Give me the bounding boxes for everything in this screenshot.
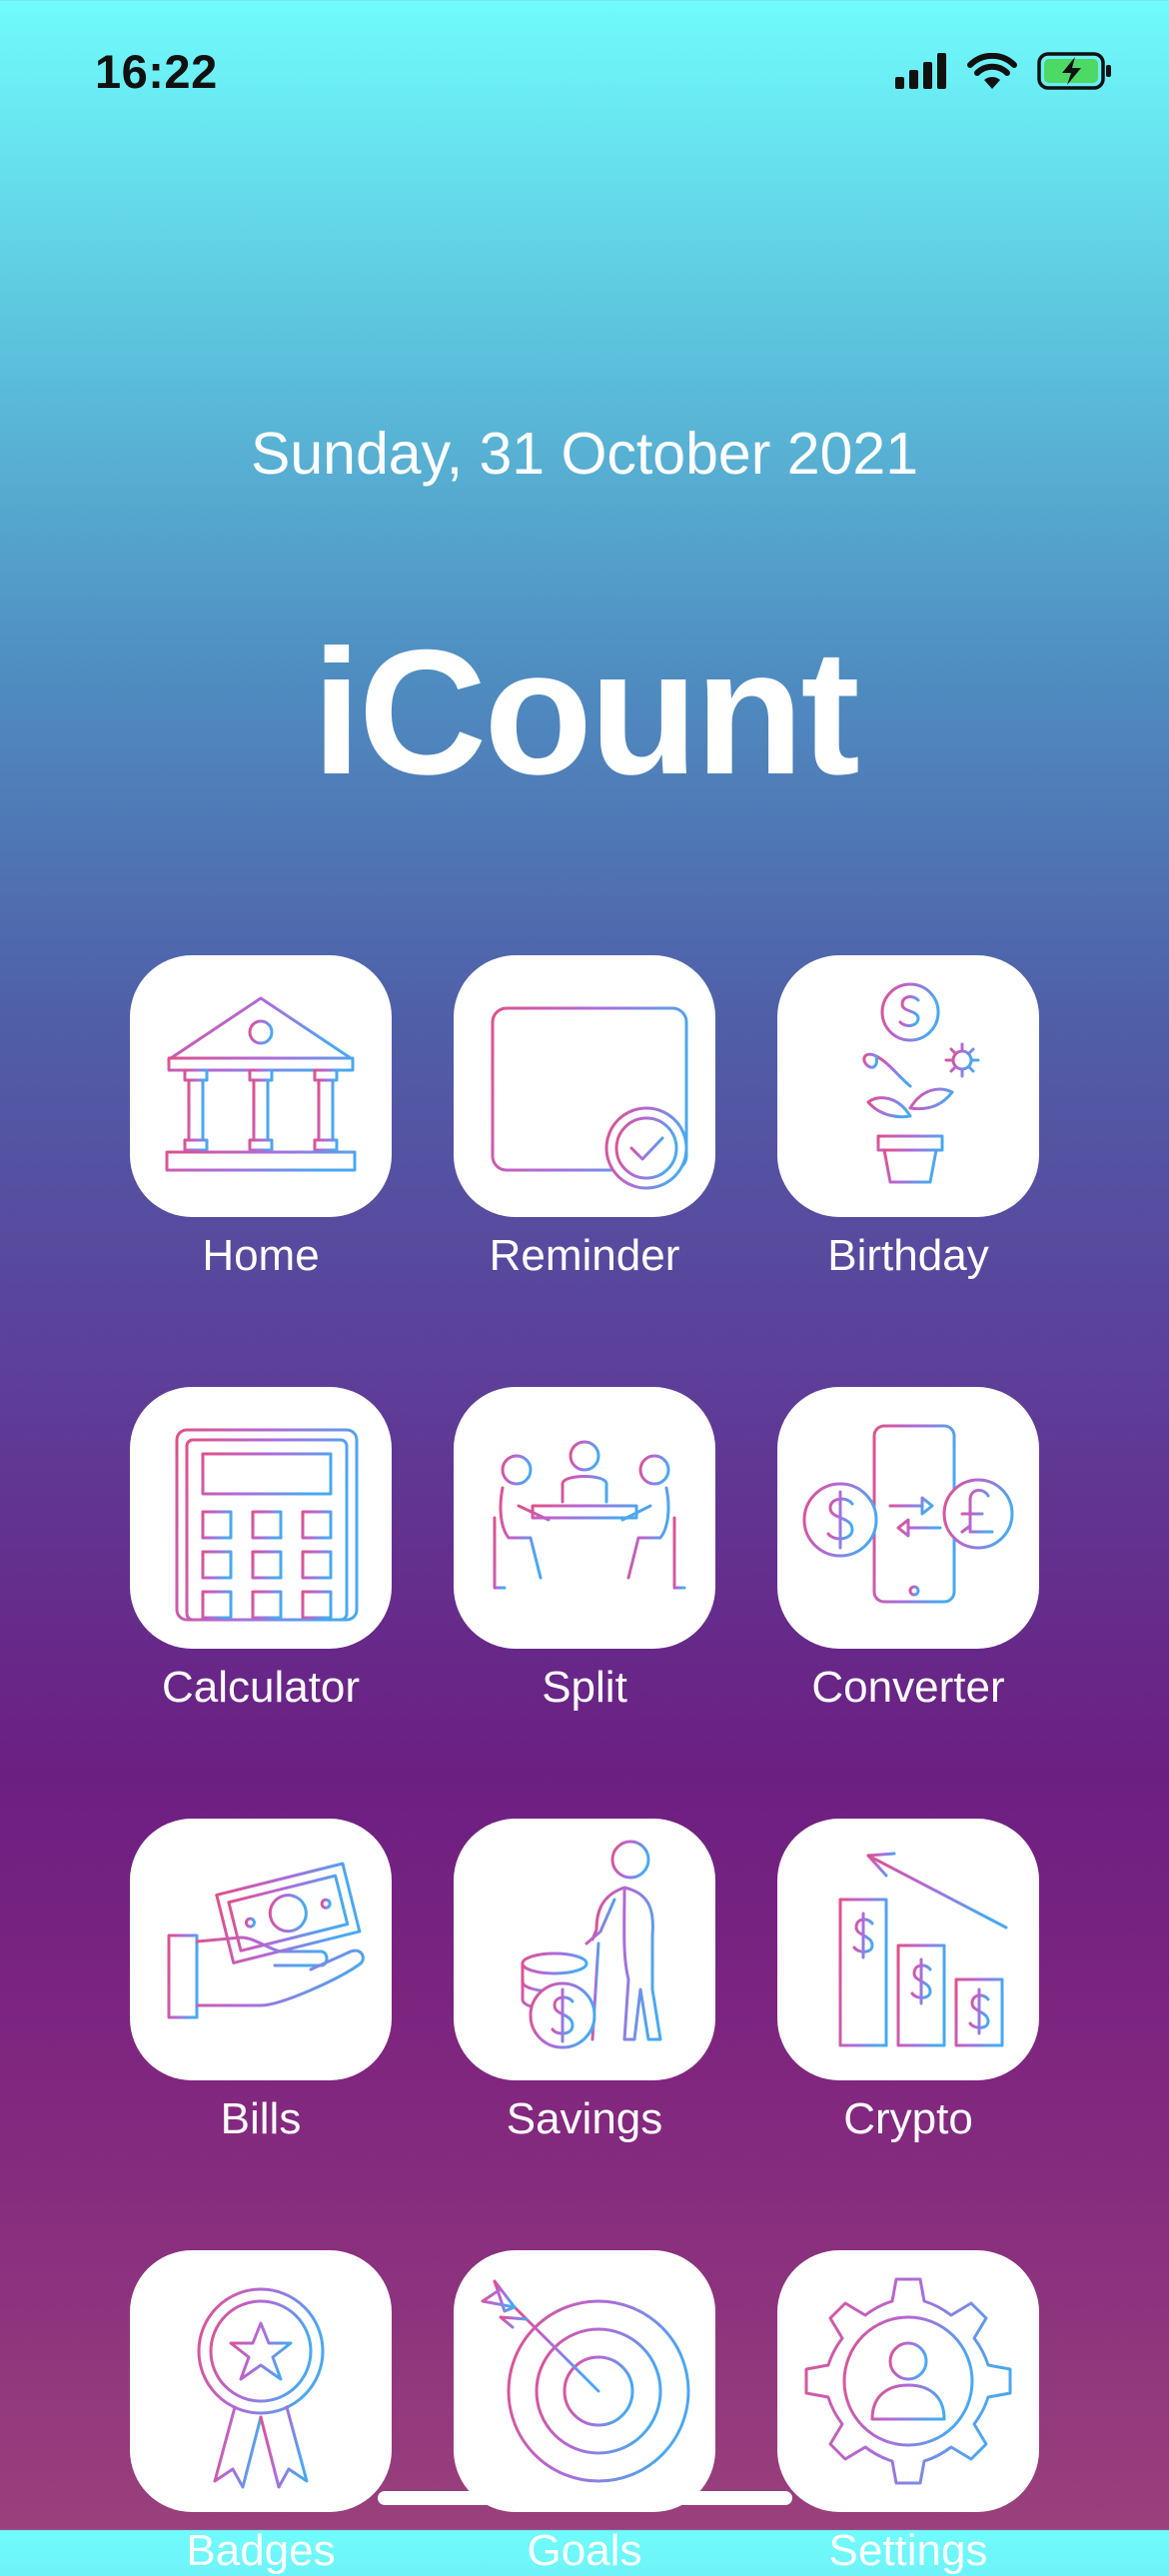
tile-crypto-label: Crypto [843, 2094, 973, 2143]
tile-calculator-button[interactable] [130, 1387, 392, 1649]
app-title: iCount [312, 613, 859, 811]
tile-crypto[interactable]: Crypto [777, 1819, 1039, 2144]
user-gear-icon [804, 2277, 1012, 2485]
status-bar: 16:22 [0, 0, 1169, 140]
date-label: Sunday, 31 October 2021 [250, 421, 919, 487]
money-plant-icon [862, 982, 980, 1184]
tile-split[interactable]: Split [454, 1387, 715, 1713]
wifi-icon [967, 53, 1017, 89]
tile-birthday[interactable]: Birthday [777, 955, 1039, 1281]
tile-bills[interactable]: Bills [130, 1819, 392, 2144]
tile-split-button[interactable] [454, 1387, 715, 1649]
cellular-signal-icon [895, 53, 946, 89]
elder-coins-icon [521, 1840, 662, 2049]
tile-goals-button[interactable] [454, 2250, 715, 2512]
tile-settings[interactable]: Settings [777, 2250, 1039, 2576]
tile-bills-label: Bills [220, 2094, 302, 2143]
tile-home-button[interactable] [130, 955, 392, 1217]
tile-savings-button[interactable] [454, 1819, 715, 2080]
tile-bills-button[interactable] [130, 1819, 392, 2080]
people-table-icon [493, 1440, 686, 1590]
tile-savings-label: Savings [506, 2094, 663, 2143]
tile-settings-label: Settings [828, 2526, 988, 2575]
tile-crypto-button[interactable] [777, 1819, 1039, 2080]
tile-reminder-label: Reminder [489, 1231, 680, 1280]
tile-badges-button[interactable] [130, 2250, 392, 2512]
tile-badges[interactable]: Badges [130, 2250, 392, 2576]
tile-reminder-button[interactable] [454, 955, 715, 1217]
battery-charging-icon [1037, 52, 1111, 90]
tile-calculator[interactable]: Calculator [130, 1387, 392, 1713]
calculator-icon [175, 1428, 359, 1622]
tile-goals[interactable]: Goals [454, 2250, 715, 2576]
tile-goals-label: Goals [527, 2526, 642, 2575]
tile-split-label: Split [542, 1663, 627, 1712]
tile-converter-button[interactable] [777, 1387, 1039, 1649]
tile-birthday-label: Birthday [827, 1231, 989, 1280]
tile-converter[interactable]: Converter [777, 1387, 1039, 1713]
dollar-chart-icon [818, 1852, 1014, 2047]
hand-cash-icon [167, 1862, 365, 2019]
tile-badges-label: Badges [186, 2526, 336, 2575]
status-icons [895, 52, 1113, 90]
target-arrow-icon [481, 2279, 690, 2483]
tile-converter-label: Converter [811, 1663, 1005, 1712]
status-time: 16:22 [95, 45, 218, 98]
currency-exchange-icon [802, 1424, 1014, 1604]
app-grid: Home Reminder Birthday Calculator Split … [130, 955, 1039, 2576]
home-indicator[interactable] [378, 2491, 792, 2505]
tile-home-label: Home [202, 1231, 320, 1280]
tile-home[interactable]: Home [130, 955, 392, 1281]
calendar-check-icon [491, 994, 688, 1190]
award-ribbon-icon [197, 2287, 325, 2489]
bank-building-icon [165, 996, 357, 1172]
tile-savings[interactable]: Savings [454, 1819, 715, 2144]
tile-calculator-label: Calculator [161, 1663, 361, 1712]
tile-reminder[interactable]: Reminder [454, 955, 715, 1281]
tile-birthday-button[interactable] [777, 955, 1039, 1217]
tile-settings-button[interactable] [777, 2250, 1039, 2512]
